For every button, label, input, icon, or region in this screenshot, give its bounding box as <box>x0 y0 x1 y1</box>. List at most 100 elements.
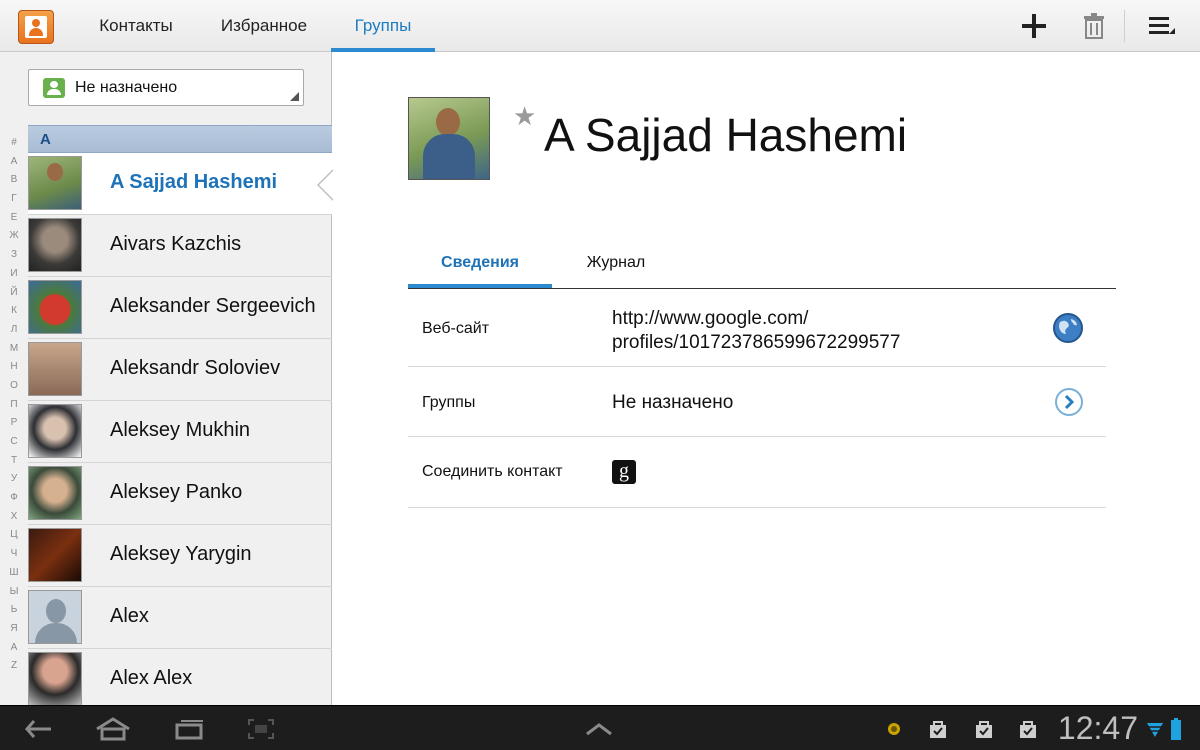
index-letter[interactable]: Е <box>0 209 28 228</box>
contact-name: Aleksey Yarygin <box>110 543 252 565</box>
list-item[interactable]: Aleksey Yarygin <box>28 525 332 587</box>
notification-2[interactable] <box>972 714 996 744</box>
shopping-bag-icon <box>1020 721 1036 738</box>
index-letter[interactable]: Й <box>0 284 28 303</box>
index-letter[interactable]: Т <box>0 452 28 471</box>
index-letter[interactable]: К <box>0 302 28 321</box>
contact-name: Aleksander Sergeevich <box>110 295 316 317</box>
groups-open-button[interactable] <box>1054 387 1084 422</box>
tab-favorites[interactable]: Избранное <box>204 0 324 52</box>
clock[interactable]: 12:47 <box>1058 710 1138 747</box>
wifi-indicator[interactable] <box>1146 714 1164 744</box>
chevron-up-icon <box>586 723 612 736</box>
notification-indicator[interactable] <box>884 714 904 744</box>
index-letter[interactable]: Ш <box>0 564 28 583</box>
action-bar: Контакты Избранное Группы <box>0 0 1200 52</box>
index-letter[interactable]: Х <box>0 508 28 527</box>
index-letter[interactable]: П <box>0 396 28 415</box>
website-row[interactable]: Веб-сайт http://www.google.com/ profiles… <box>408 290 1106 367</box>
list-item[interactable]: Alex <box>28 587 332 649</box>
index-letter[interactable]: О <box>0 377 28 396</box>
tab-contacts[interactable]: Контакты <box>80 0 192 52</box>
group-filter-dropdown[interactable]: Не назначено <box>28 69 304 106</box>
join-contact-row[interactable]: Соединить контакт g <box>408 437 1106 508</box>
index-letter[interactable]: Я <box>0 620 28 639</box>
avatar <box>28 590 82 644</box>
screenshot-button[interactable] <box>244 714 278 744</box>
index-letter[interactable]: # <box>0 134 28 153</box>
notification-1[interactable] <box>926 714 950 744</box>
add-contact-button[interactable] <box>1014 8 1054 44</box>
index-letter[interactable]: Ж <box>0 227 28 246</box>
list-item[interactable]: A Sajjad Hashemi <box>28 153 333 215</box>
groups-row[interactable]: Группы Не назначено <box>408 367 1106 437</box>
tab-history[interactable]: Журнал <box>552 244 680 288</box>
contact-name: Alex <box>110 605 149 627</box>
list-item[interactable]: Aivars Kazchis <box>28 215 332 277</box>
notification-3[interactable] <box>1016 714 1040 744</box>
contact-photo[interactable] <box>408 97 490 180</box>
index-letter[interactable]: A <box>0 639 28 658</box>
list-item[interactable]: Aleksandr Soloviev <box>28 339 332 401</box>
index-letter[interactable]: С <box>0 433 28 452</box>
group-filter-value: Не назначено <box>75 79 178 96</box>
index-letter[interactable]: Р <box>0 414 28 433</box>
add-icon <box>1022 14 1046 38</box>
app-tray-button[interactable] <box>582 714 616 744</box>
list-item[interactable]: Aleksander Sergeevich <box>28 277 332 339</box>
tab-groups[interactable]: Группы <box>331 0 435 52</box>
groups-value: Не назначено <box>612 392 734 413</box>
list-item[interactable]: Aleksey Panko <box>28 463 332 525</box>
avatar <box>28 218 82 272</box>
status-dot-icon <box>888 723 900 735</box>
tab-details[interactable]: Сведения <box>408 244 552 288</box>
website-value-line1: http://www.google.com/ <box>612 308 809 329</box>
section-header-letter: A <box>40 131 51 148</box>
index-letter[interactable]: Z <box>0 657 28 676</box>
contacts-app-icon[interactable] <box>18 10 54 44</box>
alphabet-index[interactable]: # А В Г Е Ж З И Й К Л М Н О П Р С Т У Ф … <box>0 134 28 676</box>
avatar <box>28 280 82 334</box>
globe-icon <box>1053 313 1083 343</box>
overflow-menu-button[interactable] <box>1142 8 1182 44</box>
back-arrow-icon <box>25 720 51 738</box>
google-icon[interactable]: g <box>612 460 636 484</box>
back-button[interactable] <box>22 714 56 744</box>
index-letter[interactable]: Ы <box>0 583 28 602</box>
groups-label: Группы <box>422 394 476 411</box>
toolbar-divider <box>1124 10 1125 42</box>
index-letter[interactable]: В <box>0 171 28 190</box>
recent-apps-button[interactable] <box>172 714 208 744</box>
index-letter[interactable]: У <box>0 470 28 489</box>
website-label: Веб-сайт <box>422 320 490 337</box>
website-value[interactable]: http://www.google.com/ profiles/10172378… <box>612 307 900 355</box>
avatar <box>28 156 82 210</box>
avatar <box>28 652 82 706</box>
index-letter[interactable]: Н <box>0 358 28 377</box>
index-letter[interactable]: М <box>0 340 28 359</box>
index-letter[interactable]: Л <box>0 321 28 340</box>
avatar <box>28 528 82 582</box>
list-item[interactable]: Aleksey Mukhin <box>28 401 332 463</box>
star-icon[interactable]: ★ <box>513 103 536 129</box>
screenshot-icon <box>248 719 274 739</box>
battery-indicator[interactable] <box>1168 714 1184 744</box>
contact-name: Aleksey Panko <box>110 481 243 503</box>
avatar <box>28 404 82 458</box>
group-icon <box>43 78 65 98</box>
list-item[interactable]: Alex Alex <box>28 649 332 711</box>
tabs-divider <box>408 288 1116 289</box>
website-value-line2: profiles/101723786599672299577 <box>612 332 901 353</box>
index-letter[interactable]: З <box>0 246 28 265</box>
delete-button[interactable] <box>1074 8 1114 44</box>
shopping-bag-icon <box>976 721 992 738</box>
index-letter[interactable]: Г <box>0 190 28 209</box>
open-website-button[interactable] <box>1052 312 1084 349</box>
index-letter[interactable]: Ц <box>0 526 28 545</box>
home-button[interactable] <box>92 714 134 744</box>
index-letter[interactable]: Ь <box>0 601 28 620</box>
index-letter[interactable]: А <box>0 153 28 172</box>
index-letter[interactable]: И <box>0 265 28 284</box>
index-letter[interactable]: Ч <box>0 545 28 564</box>
index-letter[interactable]: Ф <box>0 489 28 508</box>
